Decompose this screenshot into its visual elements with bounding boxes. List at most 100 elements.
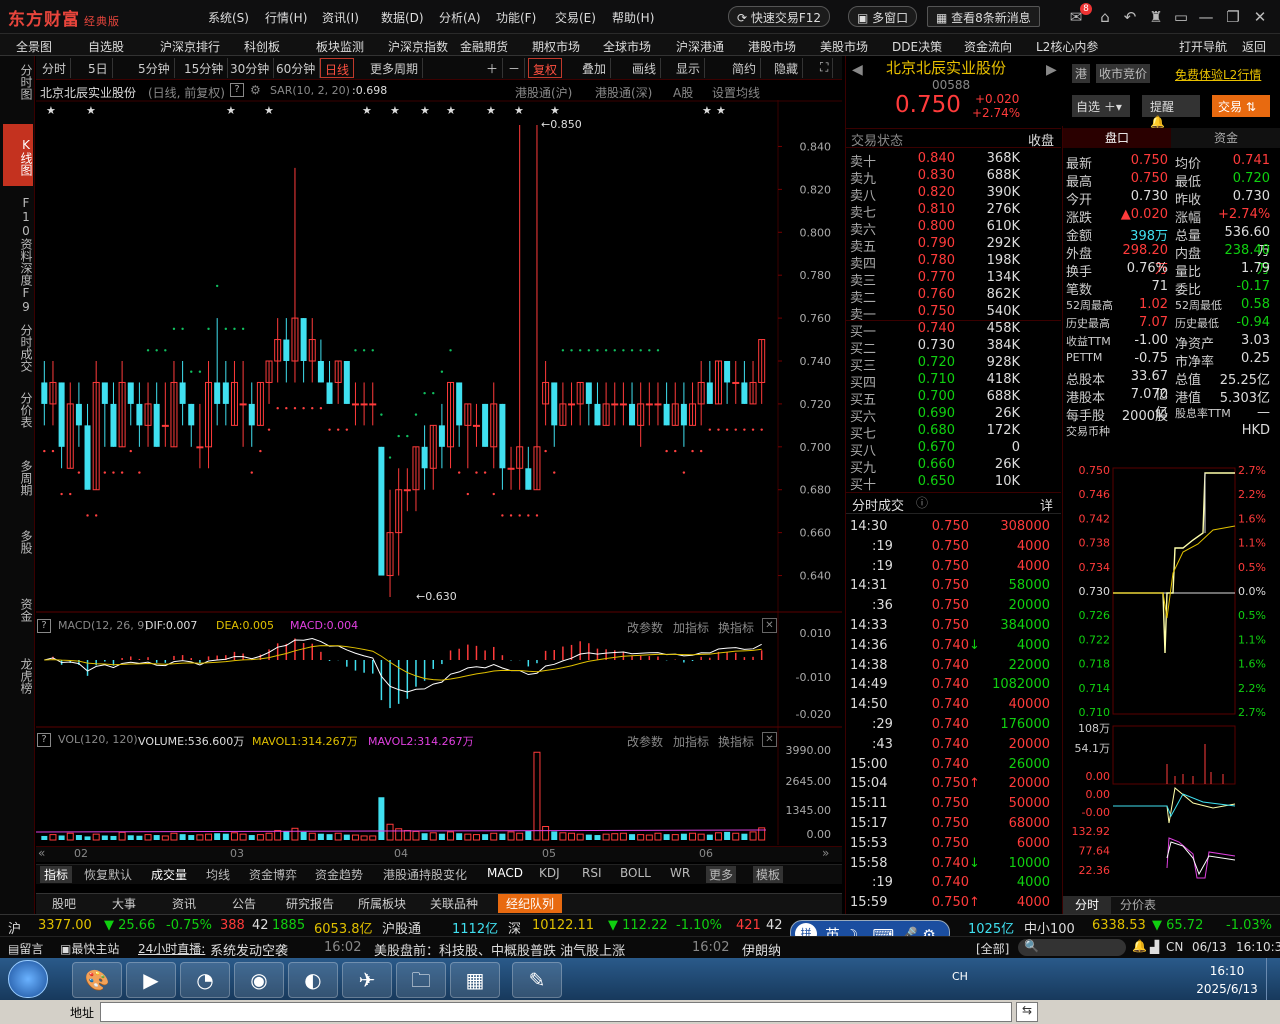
sell-price[interactable]: 0.790: [915, 236, 955, 251]
draw-line-button[interactable]: 画线: [628, 58, 662, 78]
news-item-3[interactable]: 伊朗纳: [742, 940, 781, 959]
sell-price[interactable]: 0.830: [915, 168, 955, 183]
ticks-detail-link[interactable]: 详: [1040, 495, 1053, 514]
watchlist-button[interactable]: 自选 ＋▾: [1072, 95, 1130, 117]
ticks-info-icon[interactable]: ⓘ: [916, 494, 928, 511]
hide-button[interactable]: 隐藏: [770, 58, 804, 78]
macd-change-params[interactable]: 改参数: [627, 619, 663, 636]
chart-link-2[interactable]: A股: [673, 84, 693, 101]
close-icon[interactable]: ✕: [1251, 8, 1269, 26]
sell-price[interactable]: 0.800: [915, 219, 955, 234]
info-tab-0[interactable]: 股吧: [48, 894, 80, 913]
info-tab-3[interactable]: 公告: [228, 894, 260, 913]
task-media-icon[interactable]: ▶: [126, 962, 176, 998]
indicator-tab-3[interactable]: 资金博弈: [249, 866, 297, 883]
period-0[interactable]: 分时: [38, 58, 72, 78]
topmenu-item-1[interactable]: 行情(H): [265, 9, 307, 26]
task-folder-icon[interactable]: 🗀: [396, 962, 446, 998]
overlay-button[interactable]: 叠加: [578, 58, 612, 78]
news-item-2[interactable]: 美股盘前：科技股、中概股普跌 油气股上涨: [374, 940, 625, 959]
sell-price[interactable]: 0.750: [915, 304, 955, 319]
side-tab-8[interactable]: 资金: [3, 598, 33, 622]
vol-change-params[interactable]: 改参数: [627, 733, 663, 750]
side-tab-6[interactable]: 多周期: [3, 460, 33, 496]
sell-price[interactable]: 0.780: [915, 253, 955, 268]
quick-trade-button[interactable]: ⟳ 快速交易F12: [728, 6, 831, 27]
topmenu-item-4[interactable]: 分析(A): [439, 9, 481, 26]
bell-icon[interactable]: 🔔: [1132, 939, 1147, 953]
topmenu-item-7[interactable]: 帮助(H): [612, 9, 654, 26]
info-tab-4[interactable]: 研究报告: [282, 894, 338, 913]
menubar-item-12[interactable]: DDE决策: [892, 38, 942, 55]
sell-price[interactable]: 0.760: [915, 287, 955, 302]
vol-close-icon[interactable]: ✕: [762, 732, 777, 747]
restore-rights-button[interactable]: 复权: [528, 58, 563, 78]
indicator-tab-8[interactable]: RSI: [582, 866, 602, 880]
taskbar-date[interactable]: 2025/6/13: [1192, 982, 1262, 996]
info-tab-6[interactable]: 关联品种: [426, 894, 482, 913]
zoom-out-icon[interactable]: －: [504, 58, 526, 78]
simple-button[interactable]: 简约: [728, 58, 762, 78]
show-desktop-button[interactable]: [1266, 958, 1280, 1000]
news-search-input[interactable]: 🔍: [1018, 939, 1126, 956]
sell-price[interactable]: 0.840: [915, 151, 955, 166]
zx-index[interactable]: 6338.53: [1092, 918, 1146, 933]
fullscreen-icon[interactable]: ⛶: [816, 58, 834, 78]
menubar-item-7[interactable]: 期权市场: [532, 38, 580, 55]
back-icon[interactable]: ↶: [1121, 8, 1139, 26]
maximize-icon[interactable]: ❐: [1224, 8, 1242, 26]
nav-open-button[interactable]: 打开导航: [1179, 38, 1227, 55]
macd-switch-indicator[interactable]: 换指标: [718, 619, 754, 636]
vol-add-indicator[interactable]: 加指标: [673, 733, 709, 750]
side-tab-9[interactable]: 龙虎榜: [3, 658, 33, 694]
buy-price[interactable]: 0.700: [915, 389, 955, 404]
period-1[interactable]: 5日: [84, 58, 113, 78]
sell-price[interactable]: 0.820: [915, 185, 955, 200]
indicator-tab-7[interactable]: KDJ: [539, 866, 560, 880]
menubar-item-3[interactable]: 科创板: [244, 38, 280, 55]
trade-button[interactable]: 交易 ⇅: [1212, 95, 1270, 117]
l2-promo-link[interactable]: 免费体验L2行情: [1175, 66, 1261, 83]
info-tab-1[interactable]: 大事: [108, 894, 140, 913]
side-tab-5[interactable]: 分价表: [3, 392, 33, 428]
buy-price[interactable]: 0.690: [915, 406, 955, 421]
macd-add-indicator[interactable]: 加指标: [673, 619, 709, 636]
live-label[interactable]: 24小时直播:: [138, 940, 205, 957]
tab-funds[interactable]: 资金: [1172, 128, 1280, 148]
menubar-item-0[interactable]: 全景图: [16, 38, 52, 55]
indicator-tab-2[interactable]: 均线: [206, 866, 230, 883]
task-plane-icon[interactable]: ✈: [342, 962, 392, 998]
side-tab-1[interactable]: K线图: [3, 124, 33, 186]
macd-help-icon[interactable]: ?: [37, 619, 51, 633]
message-link[interactable]: ▤留言: [8, 940, 43, 957]
sell-price[interactable]: 0.810: [915, 202, 955, 217]
period-2[interactable]: 5分钟: [134, 58, 175, 78]
indicator-tab-6[interactable]: MACD: [487, 866, 523, 880]
vol-switch-indicator[interactable]: 换指标: [718, 733, 754, 750]
info-tab-5[interactable]: 所属板块: [354, 894, 410, 913]
chart-link-0[interactable]: 港股通(沪): [515, 84, 572, 101]
period-3[interactable]: 15分钟: [180, 58, 229, 78]
task-chrome-icon[interactable]: ◉: [234, 962, 284, 998]
news-item-1[interactable]: 系统发动空袭: [210, 940, 288, 959]
task-paint-icon[interactable]: 🎨: [72, 962, 122, 998]
scroll-right-icon[interactable]: »: [822, 846, 829, 860]
menubar-item-10[interactable]: 港股市场: [748, 38, 796, 55]
help-icon[interactable]: ?: [230, 83, 244, 97]
topmenu-item-0[interactable]: 系统(S): [208, 9, 249, 26]
macd-close-icon[interactable]: ✕: [762, 618, 777, 633]
task-eastmoney-icon[interactable]: ◔: [180, 962, 230, 998]
topmenu-item-2[interactable]: 资讯(I): [322, 9, 359, 26]
menubar-item-4[interactable]: 板块监测: [316, 38, 364, 55]
multi-window-button[interactable]: ▣ 多窗口: [848, 6, 918, 27]
prev-stock-icon[interactable]: ◀: [852, 62, 863, 78]
task-eastmoney2-icon[interactable]: ◐: [288, 962, 338, 998]
indicator-tab-4[interactable]: 资金趋势: [315, 866, 363, 883]
indicator-tab-12[interactable]: 模板: [753, 866, 784, 883]
buy-price[interactable]: 0.660: [915, 457, 955, 472]
indicator-tab-1[interactable]: 成交量: [151, 866, 187, 883]
news-all-link[interactable]: [全部]: [976, 940, 1009, 957]
side-tab-4[interactable]: 分时成交: [3, 324, 33, 372]
period-5[interactable]: 60分钟: [272, 58, 321, 78]
next-stock-icon[interactable]: ▶: [1046, 62, 1057, 78]
